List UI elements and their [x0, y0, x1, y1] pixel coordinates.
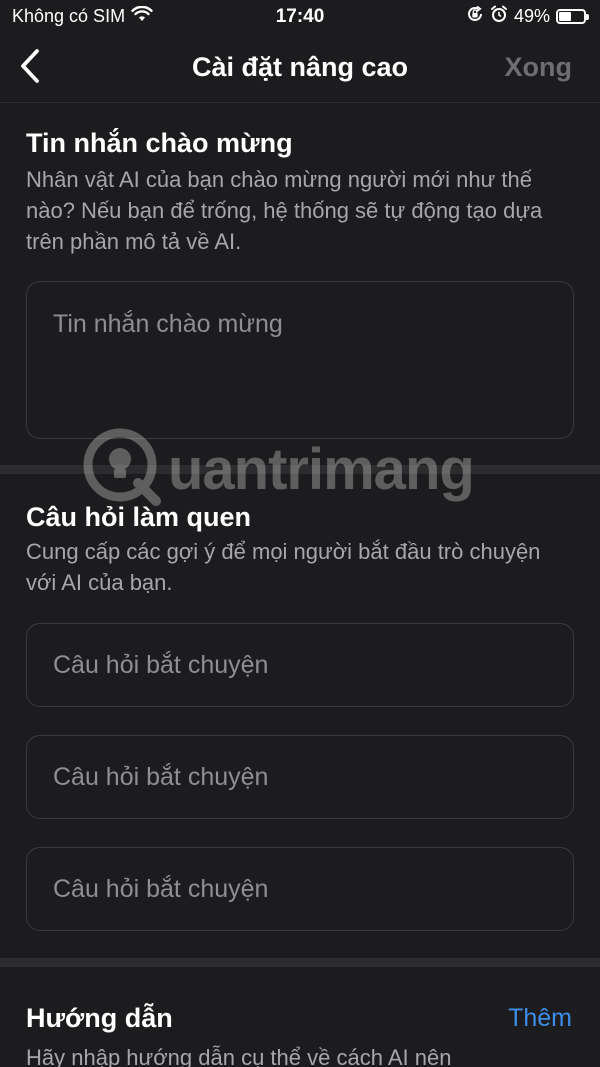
starter-input-2[interactable] — [26, 735, 574, 819]
starter-input-1[interactable] — [26, 623, 574, 707]
section-divider — [0, 958, 600, 967]
battery-percent: 49% — [513, 6, 550, 26]
welcome-title: Tin nhắn chào mừng — [26, 128, 293, 158]
starters-description: Cung cấp các gợi ý để mọi người bắt đầu … — [26, 539, 541, 595]
screen: Không có SIM 17:40 49% Cài đặt nâng cao … — [0, 0, 600, 1067]
starter-input-3[interactable] — [26, 847, 574, 931]
nav-bar: Cài đặt nâng cao Xong — [0, 34, 600, 103]
status-bar: Không có SIM 17:40 49% — [0, 0, 600, 34]
battery-icon — [556, 9, 589, 24]
welcome-message-input[interactable] — [26, 281, 574, 439]
starters-title: Câu hỏi làm quen — [26, 502, 252, 532]
orientation-lock-icon — [466, 5, 484, 28]
done-button[interactable]: Xong — [505, 52, 573, 83]
battery-fill — [559, 12, 571, 21]
section-divider — [0, 465, 600, 474]
alarm-icon — [490, 5, 508, 28]
add-instruction-button[interactable]: Thêm — [508, 1004, 572, 1033]
status-right: 49% — [466, 5, 589, 28]
welcome-description: Nhân vật AI của bạn chào mừng người mới … — [26, 167, 543, 254]
instructions-description: Hãy nhập hướng dẫn cụ thể về cách AI nên — [26, 1045, 452, 1067]
instructions-title: Hướng dẫn — [26, 1003, 173, 1033]
